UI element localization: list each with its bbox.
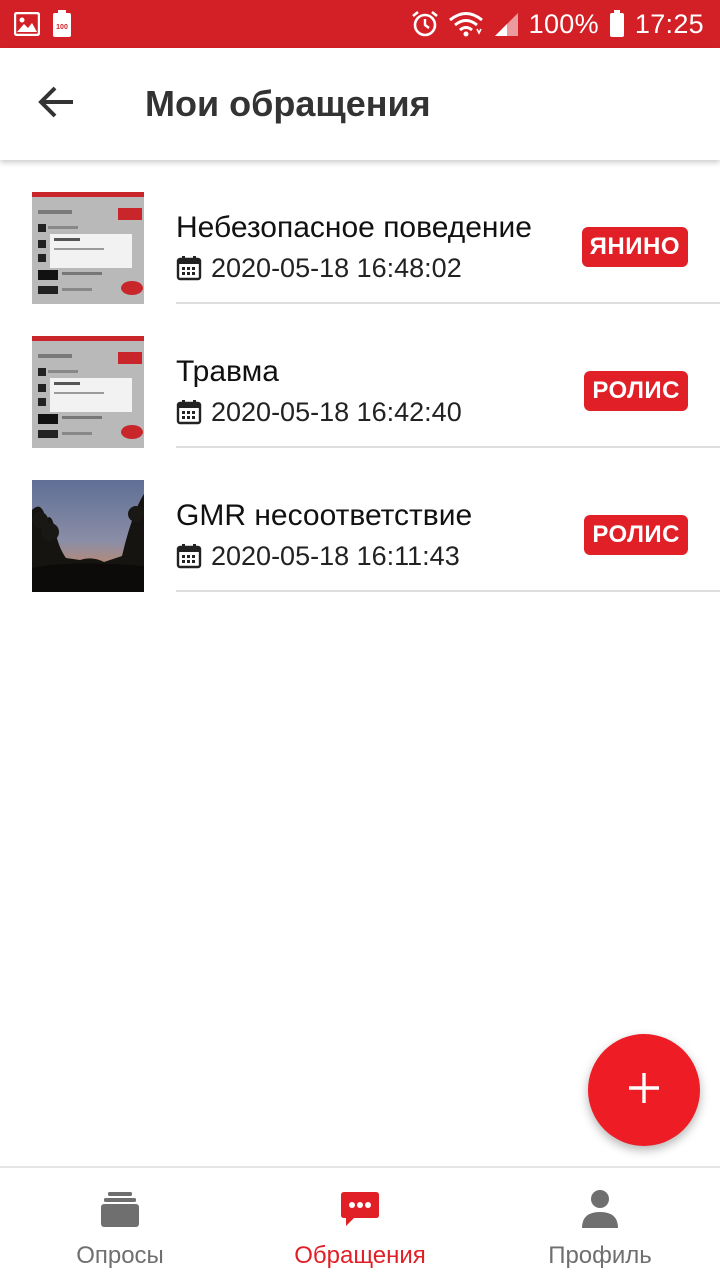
tab-label: Опросы	[76, 1242, 164, 1269]
plus-icon	[627, 1071, 661, 1110]
arrow-left-icon	[37, 85, 75, 124]
divider	[176, 590, 720, 592]
screenshot-thumbnail	[32, 336, 144, 448]
wifi-icon	[448, 11, 483, 37]
item-date-row: 2020-05-18 16:42:40	[176, 394, 560, 430]
item-date: 2020-05-18 16:42:40	[211, 397, 462, 427]
status-badge: РОЛИС	[584, 515, 688, 555]
sunset-photo-thumbnail	[32, 480, 144, 592]
status-left: 100	[14, 10, 72, 38]
tab-requests[interactable]: Обращения	[240, 1168, 480, 1280]
calendar-icon	[176, 255, 202, 281]
requests-list: Небезопасное поведение 2020-05-18 16:48:…	[0, 160, 720, 592]
clock: 17:25	[634, 8, 704, 39]
app-bar: Мои обращения	[0, 48, 720, 160]
add-request-button[interactable]	[588, 1034, 700, 1146]
chat-bubble-icon	[340, 1188, 380, 1230]
item-title: GMR несоответствие	[176, 499, 473, 532]
tab-surveys[interactable]: Опросы	[0, 1168, 240, 1280]
item-text: Небезопасное поведение 2020-05-18 16:48:…	[176, 208, 560, 286]
person-icon	[581, 1188, 619, 1230]
battery-icon	[609, 10, 625, 38]
item-date: 2020-05-18 16:11:43	[211, 541, 460, 571]
gallery-icon	[14, 12, 40, 36]
status-badge: РОЛИС	[584, 371, 688, 411]
list-item[interactable]: GMR несоответствие 2020-05-18 16:11:43 Р…	[0, 448, 720, 592]
status-bar: 100 100% 17:25	[0, 0, 720, 48]
item-title: Небезопасное поведение	[176, 211, 532, 244]
tab-label: Профиль	[548, 1242, 652, 1269]
list-item[interactable]: Небезопасное поведение 2020-05-18 16:48:…	[0, 160, 720, 304]
stack-icon	[100, 1188, 140, 1230]
battery-percent: 100%	[528, 8, 599, 39]
tab-profile[interactable]: Профиль	[480, 1168, 720, 1280]
battery-saver-label: 100	[56, 24, 68, 31]
list-item[interactable]: Травма 2020-05-18 16:42:40 РОЛИС	[0, 304, 720, 448]
back-button[interactable]	[0, 48, 112, 160]
item-title: Травма	[176, 355, 279, 388]
calendar-icon	[176, 543, 202, 569]
item-text: GMR несоответствие 2020-05-18 16:11:43	[176, 496, 560, 574]
page-title: Мои обращения	[145, 83, 431, 124]
status-right: 100% 17:25	[411, 9, 704, 40]
calendar-icon	[176, 399, 202, 425]
item-date-row: 2020-05-18 16:48:02	[176, 250, 560, 286]
item-text: Травма 2020-05-18 16:42:40	[176, 352, 560, 430]
alarm-icon	[411, 10, 439, 38]
screenshot-thumbnail	[32, 192, 144, 304]
signal-icon	[493, 11, 519, 37]
item-date-row: 2020-05-18 16:11:43	[176, 538, 560, 574]
bottom-nav: Опросы Обращения Профиль	[0, 1166, 720, 1280]
battery-saver-icon: 100	[52, 10, 72, 38]
item-date: 2020-05-18 16:48:02	[211, 253, 462, 283]
tab-label: Обращения	[294, 1242, 426, 1269]
status-badge: ЯНИНО	[581, 227, 688, 267]
